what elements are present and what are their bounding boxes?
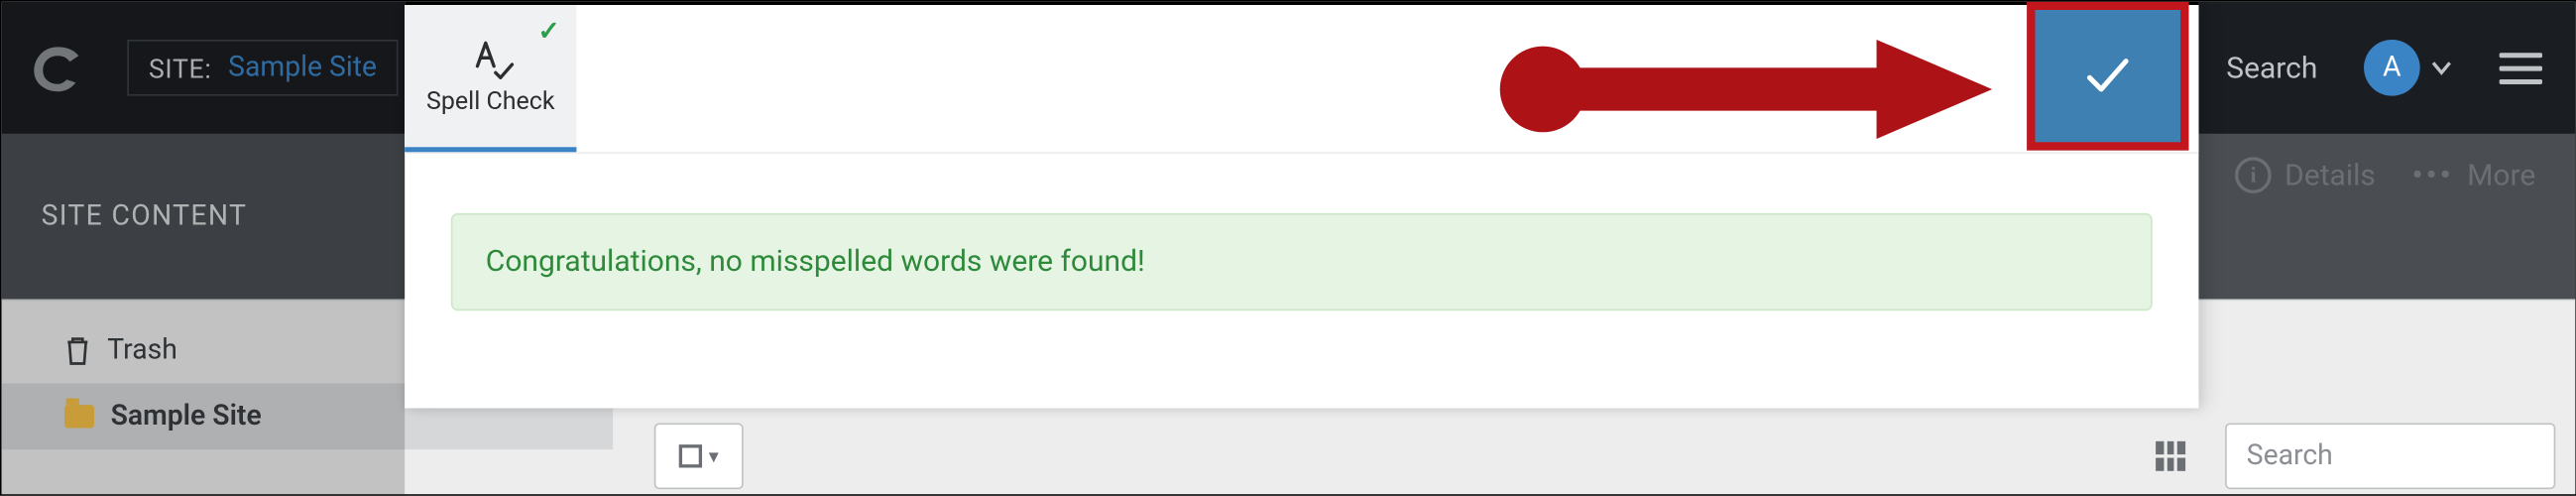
user-avatar[interactable]: A [2364, 40, 2420, 96]
list-toolbar: ▾ Search [654, 420, 2556, 492]
success-alert: Congratulations, no misspelled words wer… [451, 213, 2153, 310]
tree-item-label: Sample Site [111, 400, 262, 433]
info-icon: i [2235, 157, 2272, 193]
app-logo[interactable] [25, 35, 91, 101]
site-selector[interactable]: SITE: Sample Site [127, 40, 398, 96]
details-label: Details [2284, 158, 2376, 192]
list-search-input[interactable]: Search [2225, 423, 2555, 489]
tree-item-label: Trash [107, 334, 177, 367]
site-name: Sample Site [228, 52, 377, 84]
chevron-down-icon: ▾ [709, 444, 719, 467]
more-label: More [2467, 158, 2535, 192]
global-search-link[interactable]: Search [2226, 51, 2317, 85]
spellcheck-panel: ✓ Spell Check ‹ › Congratulations, no mi… [405, 2, 2198, 409]
trash-icon [64, 335, 91, 365]
grid-view-icon[interactable] [2156, 441, 2185, 471]
tab-label: Spell Check [426, 86, 555, 116]
select-all-dropdown[interactable]: ▾ [654, 423, 744, 489]
site-label: SITE: [149, 52, 212, 83]
spellcheck-icon [466, 37, 516, 79]
check-ok-icon: ✓ [537, 15, 559, 47]
user-menu-chevron-icon[interactable] [2430, 57, 2453, 79]
panel-tabbar: ✓ Spell Check ‹ › [405, 5, 2198, 154]
site-content-title: SITE CONTENT [42, 200, 248, 233]
checkbox-icon [679, 444, 702, 467]
hamburger-menu-icon[interactable] [2500, 52, 2542, 83]
confirm-button[interactable] [2027, 2, 2188, 151]
details-button[interactable]: i Details [2235, 157, 2376, 193]
content-actions: i Details ••• More [2235, 134, 2575, 216]
folder-icon [64, 405, 94, 428]
more-dots-icon: ••• [2412, 158, 2454, 192]
more-button[interactable]: ••• More [2412, 158, 2536, 192]
search-placeholder: Search [2247, 439, 2333, 472]
tab-spell-check[interactable]: ✓ Spell Check [405, 5, 576, 152]
checkmark-icon [2079, 48, 2136, 104]
alert-message: Congratulations, no misspelled words wer… [486, 245, 1145, 280]
